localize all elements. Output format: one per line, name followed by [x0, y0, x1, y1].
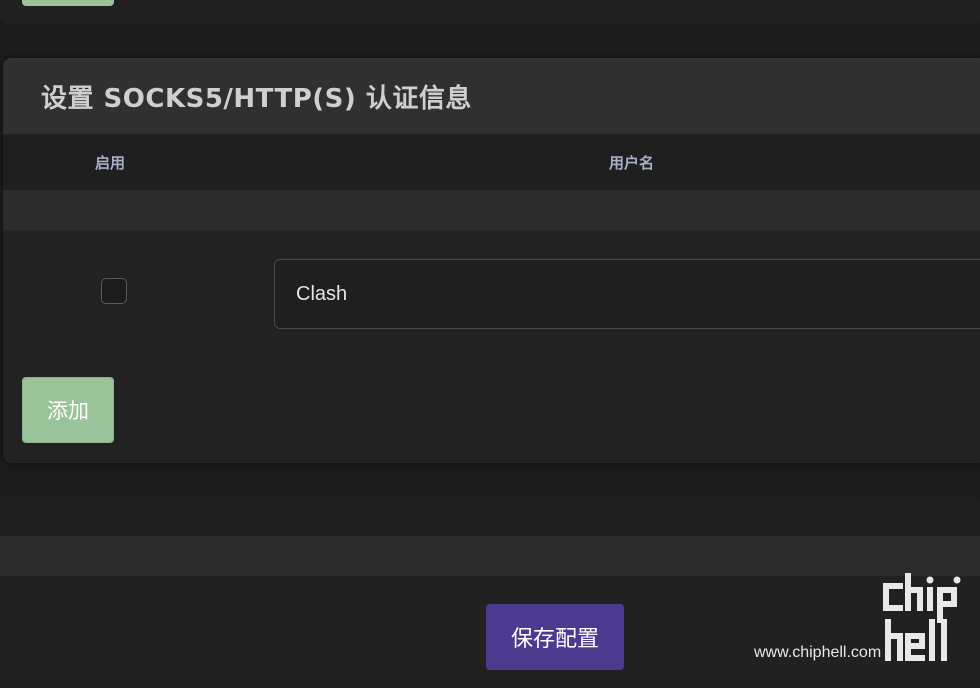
- username-input[interactable]: [274, 259, 980, 329]
- auth-settings-card: 设置 SOCKS5/HTTP(S) 认证信息 启用 用户名 添加: [3, 58, 980, 463]
- add-button[interactable]: 添加: [22, 377, 114, 443]
- next-card-divider: [0, 536, 980, 576]
- settings-page: 设置 SOCKS5/HTTP(S) 认证信息 启用 用户名 添加 保存配置 ww…: [0, 0, 980, 688]
- column-header-username: 用户名: [609, 154, 655, 172]
- watermark-url: www.chiphell.com: [754, 644, 882, 661]
- next-card-header: [0, 496, 980, 536]
- chiphell-logo-icon: [883, 573, 961, 661]
- enable-checkbox[interactable]: [101, 278, 127, 304]
- footer-bar: 保存配置: [0, 576, 980, 688]
- table-header: 启用 用户名: [3, 134, 980, 190]
- previous-add-button[interactable]: [22, 0, 114, 6]
- card-header: 设置 SOCKS5/HTTP(S) 认证信息: [3, 58, 980, 134]
- card-title: 设置 SOCKS5/HTTP(S) 认证信息: [41, 84, 472, 114]
- save-config-button[interactable]: 保存配置: [486, 604, 624, 670]
- table-row: [3, 230, 980, 360]
- table-header-divider: [3, 190, 980, 230]
- column-header-enable: 启用: [95, 154, 126, 172]
- previous-card: [0, 0, 980, 24]
